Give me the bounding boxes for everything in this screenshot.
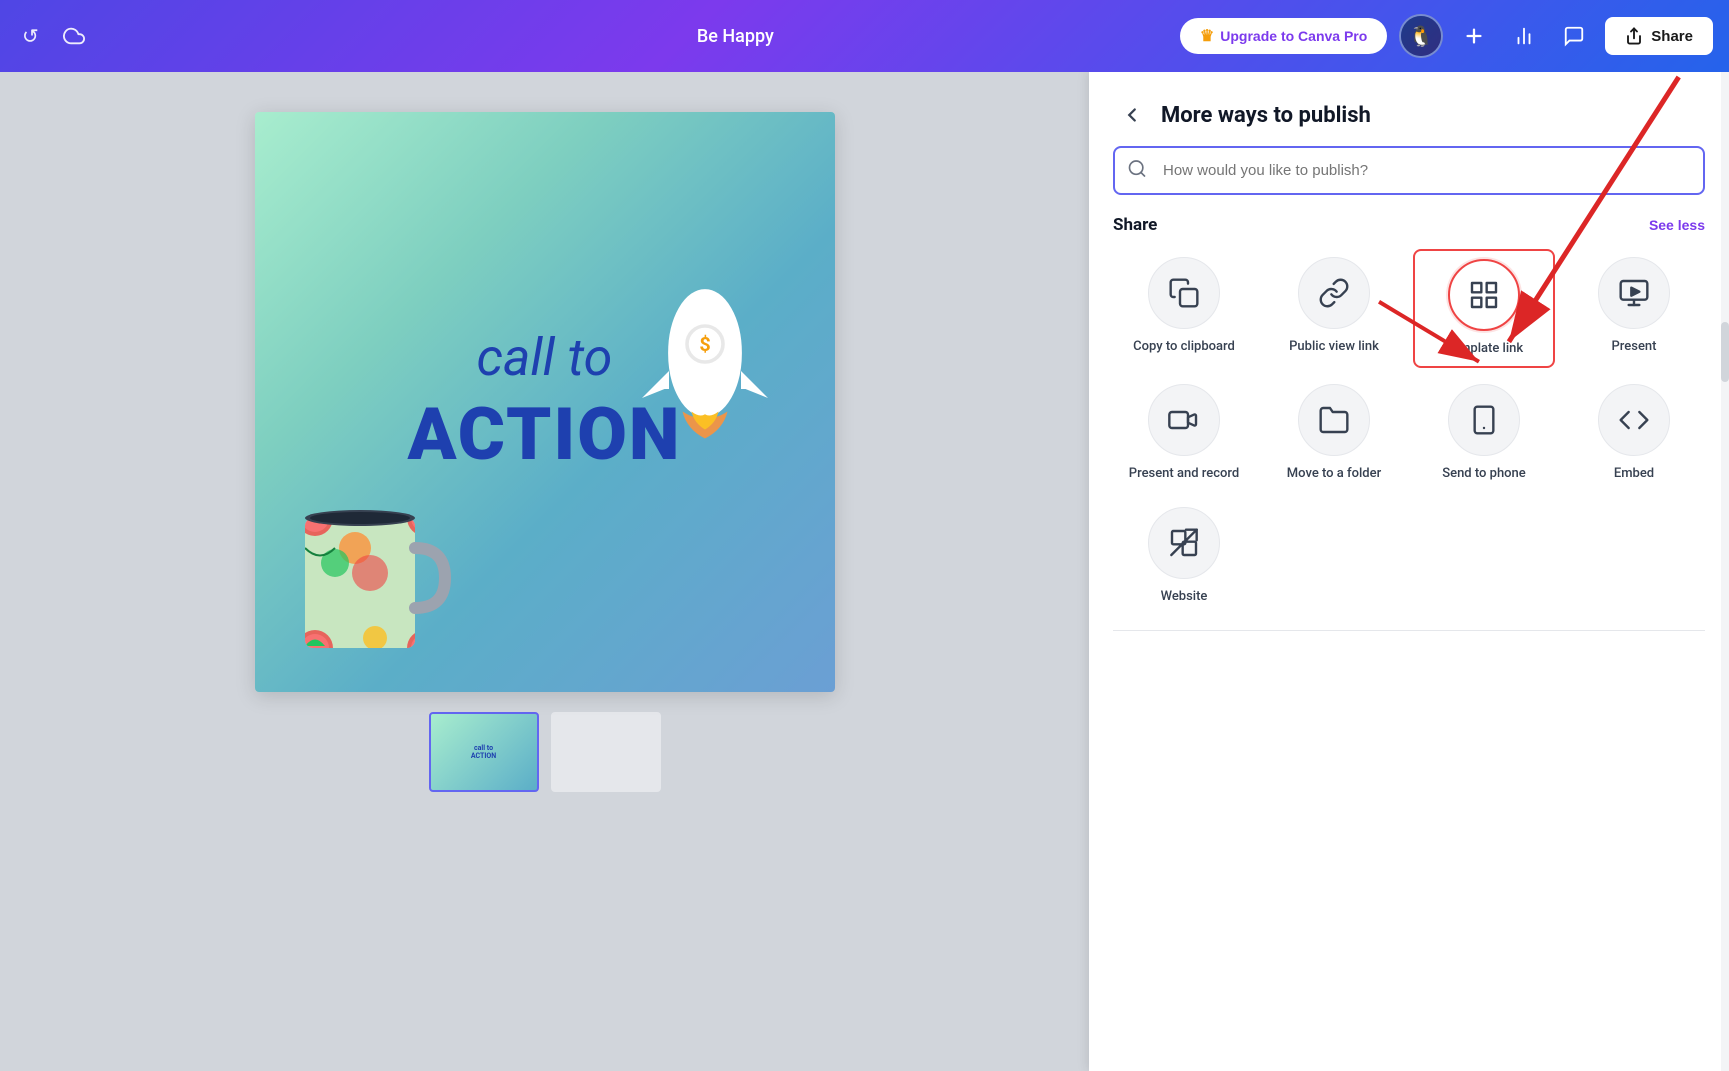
copy-clipboard-label: Copy to clipboard <box>1133 339 1235 356</box>
present-record-label: Present and record <box>1129 466 1239 483</box>
website-icon <box>1148 507 1220 579</box>
panel-header: More ways to publish <box>1089 72 1729 146</box>
back-button[interactable] <box>1117 100 1147 130</box>
present-record-icon <box>1148 384 1220 456</box>
thumbnail-1[interactable]: call toACTION <box>429 712 539 792</box>
comments-button[interactable] <box>1555 17 1593 55</box>
template-link-option[interactable]: Template link <box>1413 249 1555 368</box>
share-section-header: Share See less <box>1089 215 1729 249</box>
see-less-button[interactable]: See less <box>1649 217 1705 233</box>
copy-clipboard-option[interactable]: Copy to clipboard <box>1113 249 1255 368</box>
thumbnail-2[interactable] <box>551 712 661 792</box>
public-view-link-option[interactable]: Public view link <box>1263 249 1405 368</box>
header-left-controls: ↺ <box>16 18 91 55</box>
panel-divider <box>1113 630 1705 631</box>
share-button[interactable]: Share <box>1605 17 1713 55</box>
move-folder-icon <box>1298 384 1370 456</box>
present-record-option[interactable]: Present and record <box>1113 376 1255 491</box>
send-phone-icon <box>1448 384 1520 456</box>
publish-panel: More ways to publish Share See less <box>1089 72 1729 1071</box>
website-option[interactable]: Website <box>1113 499 1255 614</box>
app-header: ↺ Be Happy ♛ Upgrade to Canva Pro 🐧 <box>0 0 1729 72</box>
options-row-2: Present and record Move to a folder <box>1089 376 1729 499</box>
embed-icon <box>1598 384 1670 456</box>
rocket-graphic: $ <box>615 272 795 456</box>
add-button[interactable] <box>1455 17 1493 55</box>
send-phone-option[interactable]: Send to phone <box>1413 376 1555 491</box>
public-view-link-icon <box>1298 257 1370 329</box>
svg-text:$: $ <box>699 333 710 356</box>
present-label: Present <box>1612 339 1657 356</box>
send-phone-label: Send to phone <box>1442 466 1526 483</box>
options-row-1: Copy to clipboard Public view link <box>1089 249 1729 376</box>
options-row-3: Website <box>1089 499 1729 622</box>
undo-button[interactable]: ↺ <box>16 18 45 55</box>
upgrade-button[interactable]: ♛ Upgrade to Canva Pro <box>1180 18 1387 54</box>
panel-title: More ways to publish <box>1161 103 1371 128</box>
analytics-button[interactable] <box>1505 17 1543 55</box>
move-folder-label: Move to a folder <box>1287 466 1381 483</box>
document-title: Be Happy <box>697 26 774 47</box>
thumbnail-strip: call toACTION <box>429 712 661 792</box>
avatar-image: 🐧 <box>1401 16 1441 56</box>
copy-clipboard-icon <box>1148 257 1220 329</box>
search-container <box>1113 146 1705 195</box>
template-link-icon <box>1448 259 1520 331</box>
canvas-area: call to ACTION $ <box>0 72 1089 1071</box>
search-input[interactable] <box>1113 146 1705 195</box>
present-icon <box>1598 257 1670 329</box>
design-canvas: call to ACTION $ <box>255 112 835 692</box>
panel-scroll: Share See less Copy to clipboard <box>1089 215 1729 1071</box>
embed-label: Embed <box>1614 466 1654 483</box>
crown-icon: ♛ <box>1200 26 1214 46</box>
share-section-title: Share <box>1113 215 1157 235</box>
present-option[interactable]: Present <box>1563 249 1705 368</box>
embed-option[interactable]: Embed <box>1563 376 1705 491</box>
avatar[interactable]: 🐧 <box>1399 14 1443 58</box>
cloud-save-button[interactable] <box>57 19 91 53</box>
template-link-label: Template link <box>1445 341 1523 358</box>
main-content: call to ACTION $ <box>0 72 1729 1071</box>
website-label: Website <box>1161 589 1208 606</box>
mug-graphic <box>285 478 455 682</box>
move-folder-option[interactable]: Move to a folder <box>1263 376 1405 491</box>
scrollbar-track <box>1721 72 1729 1071</box>
scrollbar-thumb[interactable] <box>1721 322 1729 382</box>
public-view-link-label: Public view link <box>1289 339 1379 356</box>
